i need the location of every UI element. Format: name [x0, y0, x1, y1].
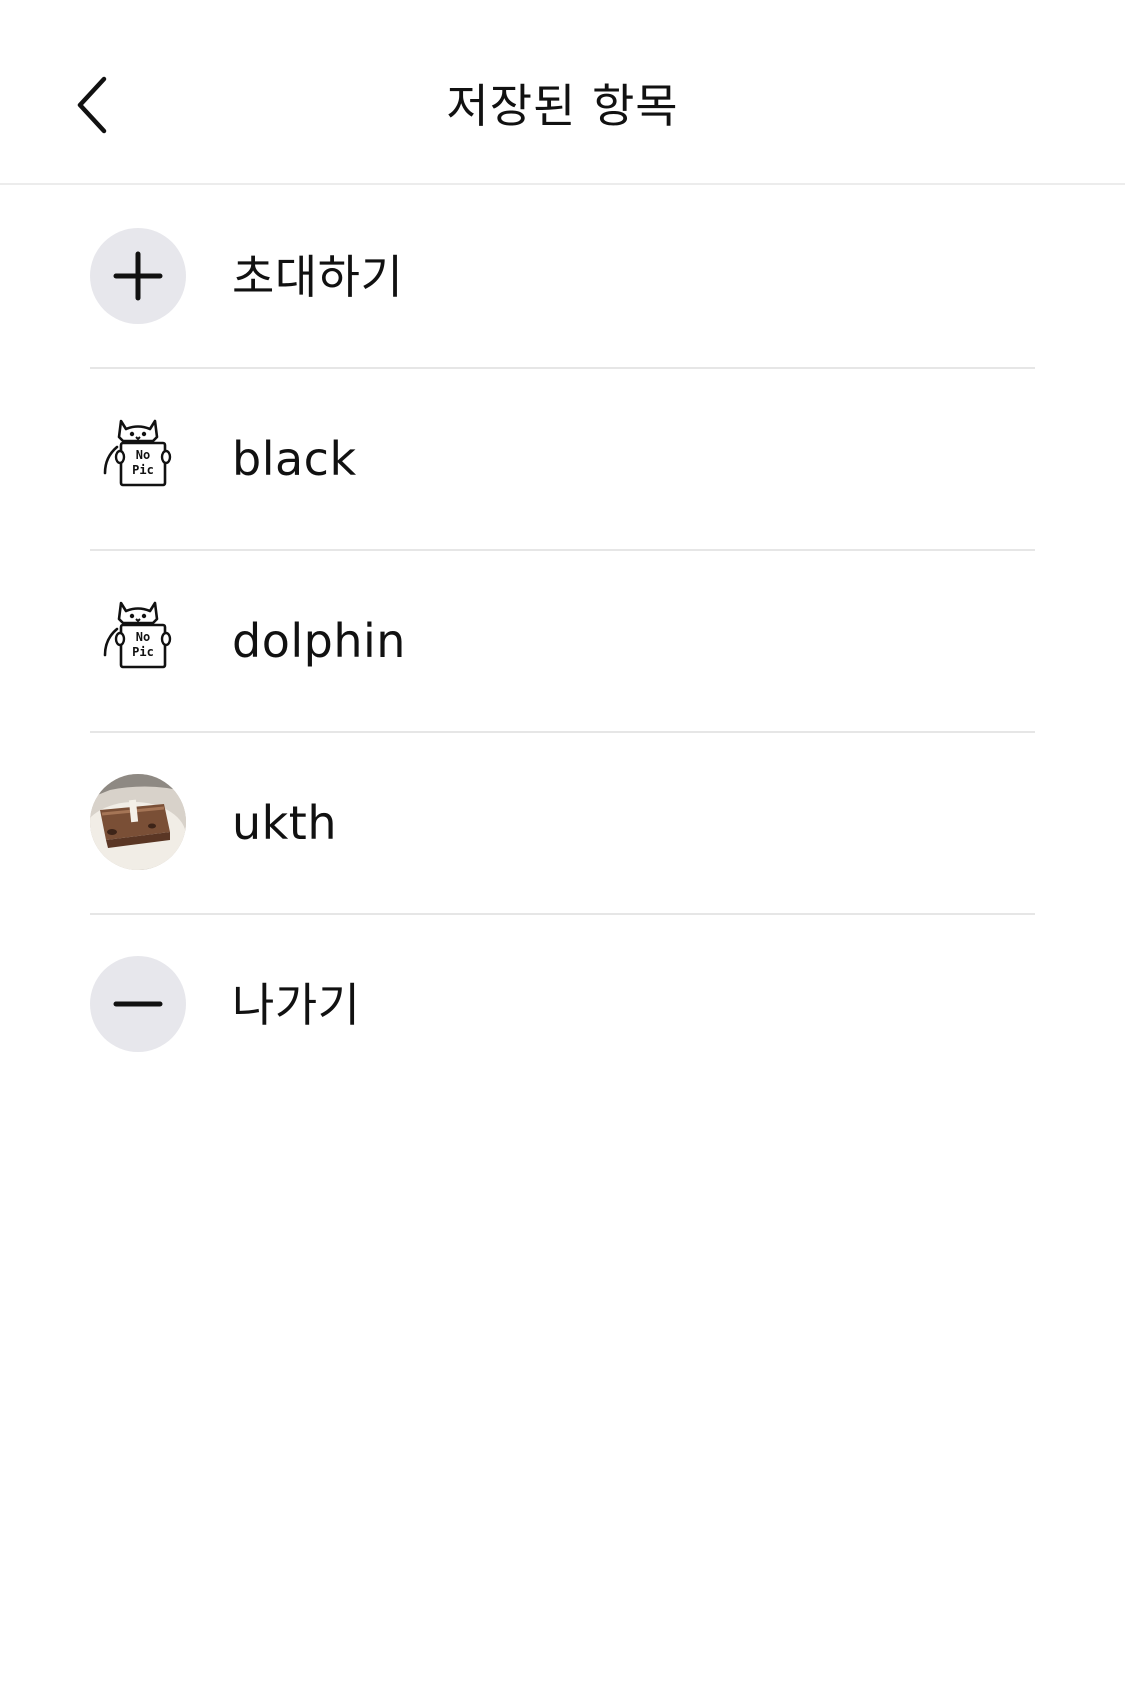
- no-pic-text: No: [136, 448, 150, 462]
- page-title: 저장된 항목: [446, 79, 679, 133]
- plus-icon: [113, 251, 163, 301]
- no-pic-text: Pic: [132, 463, 154, 477]
- no-pic-text: Pic: [132, 645, 154, 659]
- member-name: ukth: [232, 796, 337, 850]
- no-pic-cat-avatar: No Pic: [90, 592, 186, 688]
- leave-row[interactable]: 나가기: [0, 915, 1125, 1097]
- member-name: dolphin: [232, 614, 406, 668]
- member-list: 초대하기 No Pic black No Pic dolphin ukth 나가…: [0, 187, 1125, 1097]
- plus-icon-circle: [90, 228, 186, 324]
- no-pic-cat-icon: No Pic: [103, 601, 172, 669]
- member-row[interactable]: No Pic black: [0, 369, 1125, 551]
- member-row[interactable]: No Pic dolphin: [0, 551, 1125, 733]
- cake-photo-image: [90, 774, 186, 870]
- member-name: black: [232, 432, 357, 486]
- leave-label: 나가기: [232, 978, 361, 1032]
- profile-photo: [90, 774, 186, 870]
- no-pic-text: No: [136, 630, 150, 644]
- member-row[interactable]: ukth: [0, 733, 1125, 915]
- invite-label: 초대하기: [232, 250, 404, 304]
- invite-row[interactable]: 초대하기: [0, 187, 1125, 369]
- no-pic-cat-icon: No Pic: [103, 419, 172, 487]
- top-bar: 저장된 항목: [0, 0, 1125, 185]
- no-pic-cat-avatar: No Pic: [90, 410, 186, 506]
- minus-icon: [113, 1001, 163, 1007]
- minus-icon-circle: [90, 956, 186, 1052]
